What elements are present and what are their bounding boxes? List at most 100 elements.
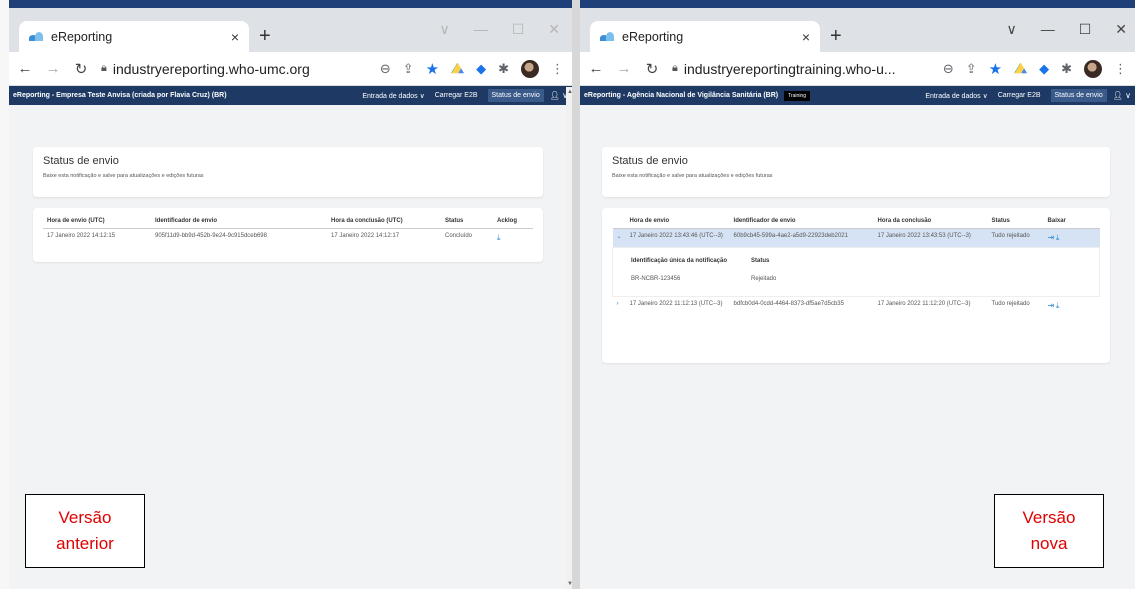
google-drive-icon[interactable] bbox=[451, 62, 465, 74]
window-top-strip bbox=[580, 0, 1135, 8]
table-row-expanded[interactable]: ⌄ 17 Janeiro 2022 13:43:46 (UTC--3) 60b9… bbox=[612, 228, 1100, 248]
export-icon[interactable]: ⇥ bbox=[1048, 233, 1055, 242]
close-tab-icon[interactable]: × bbox=[231, 29, 239, 45]
tab-bar: eReporting × + ∨ — ☐ ✕ bbox=[9, 8, 572, 52]
app-brand[interactable]: eReporting - Empresa Teste Anvisa (criad… bbox=[13, 92, 227, 99]
browser-toolbar: ← → ↻ 🔒︎ industryereporting.who-umc.org … bbox=[9, 52, 572, 86]
notification-status: Rejeitado bbox=[751, 276, 777, 282]
table-row[interactable]: › 17 Janeiro 2022 11:12:13 (UTC--3) bdfc… bbox=[612, 296, 1100, 316]
submission-id: 905f11d9-bb9d-452b-9e24-9c915dceb698 bbox=[155, 233, 267, 239]
window-top-strip bbox=[9, 0, 572, 8]
back-icon[interactable]: ← bbox=[588, 60, 604, 77]
download-icon[interactable]: ⤓ bbox=[497, 233, 501, 242]
reload-icon[interactable]: ↻ bbox=[644, 60, 660, 78]
bookmark-star-icon[interactable]: ★ bbox=[989, 60, 1002, 78]
tab-title: eReporting bbox=[51, 29, 113, 44]
minimize-icon[interactable]: — bbox=[474, 21, 488, 38]
app-brand[interactable]: eReporting - Agência Nacional de Vigilân… bbox=[584, 92, 778, 99]
send-time: 17 Janeiro 2022 11:12:13 (UTC--3) bbox=[629, 301, 723, 307]
new-tab-button[interactable]: + bbox=[830, 25, 842, 48]
detail-row: Identificação única da notificação Statu… bbox=[612, 247, 1100, 297]
maximize-icon[interactable]: ☐ bbox=[1079, 21, 1092, 38]
window-controls: ∨ — ☐ ✕ bbox=[1006, 21, 1127, 38]
col-status: Status bbox=[445, 218, 464, 224]
table-row: 17 Janeiro 2022 14:12:15 905f11d9-bb9d-4… bbox=[43, 229, 533, 248]
col-id: Identificador de envio bbox=[155, 218, 218, 224]
bookmark-star-icon[interactable]: ★ bbox=[426, 60, 439, 78]
menu-carregar-e2b[interactable]: Carregar E2B bbox=[435, 92, 478, 99]
notification-id: BR-NCBR-123456 bbox=[631, 276, 681, 282]
zoom-icon[interactable]: ⊖ bbox=[380, 61, 391, 77]
menu-label: Entrada de dados bbox=[925, 92, 981, 100]
profile-avatar[interactable] bbox=[521, 59, 539, 78]
forward-icon[interactable]: → bbox=[45, 60, 61, 77]
col-download: Baixar bbox=[1047, 218, 1066, 224]
kebab-menu-icon[interactable]: ⋮ bbox=[1114, 61, 1127, 77]
address-bar[interactable]: 🔒︎ industryereportingtraining.who-u... bbox=[672, 61, 931, 77]
close-window-icon[interactable]: ✕ bbox=[1115, 21, 1127, 38]
share-icon[interactable]: ⇪ bbox=[966, 61, 977, 77]
ereporting-favicon-icon bbox=[29, 31, 43, 42]
expand-chevron-icon[interactable]: › bbox=[617, 301, 619, 307]
table-header-row: Hora de envio Identificador de envio Hor… bbox=[612, 214, 1100, 229]
submissions-table-card: Hora de envio Identificador de envio Hor… bbox=[602, 208, 1110, 363]
col-done-time: Hora da conclusão bbox=[877, 218, 932, 224]
app-navbar: eReporting - Agência Nacional de Vigilân… bbox=[580, 86, 1135, 105]
menu-status-de-envio[interactable]: Status de envio bbox=[487, 89, 544, 102]
ereporting-favicon-icon bbox=[600, 31, 614, 42]
version-label-box: Versão anterior bbox=[25, 494, 145, 568]
reload-icon[interactable]: ↻ bbox=[73, 60, 89, 78]
page-title: Status de envio bbox=[43, 155, 119, 167]
download-icon[interactable]: ⤓ bbox=[1056, 301, 1060, 310]
collapse-chevron-icon[interactable]: ⌄ bbox=[617, 234, 622, 240]
submissions-table-card: Hora de envio (UTC) Identificador de env… bbox=[33, 208, 543, 262]
extension-icon[interactable]: ◆ bbox=[1039, 61, 1049, 77]
chevron-down-icon[interactable]: ∨ bbox=[439, 21, 449, 38]
send-time: 17 Janeiro 2022 13:43:46 (UTC--3) bbox=[629, 233, 723, 239]
export-icon[interactable]: ⇥ bbox=[1048, 301, 1055, 310]
extension-icon[interactable]: ◆ bbox=[476, 61, 486, 77]
back-icon[interactable]: ← bbox=[17, 60, 33, 77]
chevron-down-icon[interactable]: ∨ bbox=[1006, 21, 1016, 38]
col-send-time: Hora de envio bbox=[629, 218, 670, 224]
window-controls: ∨ — ☐ ✕ bbox=[439, 21, 560, 38]
close-window-icon[interactable]: ✕ bbox=[548, 21, 560, 38]
detail-col-status: Status bbox=[751, 258, 770, 264]
page-title: Status de envio bbox=[612, 155, 688, 167]
new-tab-button[interactable]: + bbox=[259, 25, 271, 48]
maximize-icon[interactable]: ☐ bbox=[512, 21, 525, 38]
zoom-icon[interactable]: ⊖ bbox=[943, 61, 954, 77]
done-time: 17 Janeiro 2022 11:12:20 (UTC--3) bbox=[877, 301, 971, 307]
browser-tab[interactable]: eReporting × bbox=[19, 21, 249, 52]
kebab-menu-icon[interactable]: ⋮ bbox=[551, 61, 564, 77]
address-bar[interactable]: 🔒︎ industryereporting.who-umc.org bbox=[101, 61, 368, 77]
google-drive-icon[interactable] bbox=[1014, 62, 1028, 74]
menu-carregar-e2b[interactable]: Carregar E2B bbox=[998, 92, 1041, 99]
user-icon[interactable]: 👤︎ ∨ bbox=[1113, 91, 1131, 100]
puzzle-extensions-icon[interactable]: ✱ bbox=[1061, 61, 1072, 77]
share-icon[interactable]: ⇪ bbox=[403, 61, 414, 77]
close-tab-icon[interactable]: × bbox=[802, 29, 810, 45]
browser-window-left: eReporting × + ∨ — ☐ ✕ ← → ↻ 🔒︎ industry… bbox=[0, 0, 572, 589]
tab-title: eReporting bbox=[622, 29, 684, 44]
minimize-icon[interactable]: — bbox=[1041, 21, 1055, 38]
submission-id: 60b9cb45-599a-4ae2-a5d9-22923deb2021 bbox=[733, 233, 848, 239]
col-status: Status bbox=[991, 218, 1010, 224]
version-label-box: Versão nova bbox=[994, 494, 1104, 568]
menu-status-de-envio[interactable]: Status de envio bbox=[1050, 89, 1107, 102]
version-label-line2: anterior bbox=[56, 534, 114, 553]
status: Tudo rejeitado bbox=[991, 301, 1030, 307]
forward-icon[interactable]: → bbox=[616, 60, 632, 77]
version-label-line1: Versão bbox=[1022, 508, 1076, 527]
download-icon[interactable]: ⤓ bbox=[1056, 233, 1060, 242]
puzzle-extensions-icon[interactable]: ✱ bbox=[498, 61, 509, 77]
submissions-table: Hora de envio Identificador de envio Hor… bbox=[612, 214, 1100, 315]
menu-entrada-de-dados[interactable]: Entrada de dados ∨ bbox=[925, 92, 987, 100]
done-time: 17 Janeiro 2022 13:43:53 (UTC--3) bbox=[877, 233, 971, 239]
profile-avatar[interactable] bbox=[1084, 59, 1102, 78]
menu-label: Entrada de dados bbox=[362, 92, 418, 100]
col-id: Identificador de envio bbox=[733, 218, 796, 224]
menu-entrada-de-dados[interactable]: Entrada de dados ∨ bbox=[362, 92, 424, 100]
browser-tab[interactable]: eReporting × bbox=[590, 21, 820, 52]
send-time: 17 Janeiro 2022 14:12:15 bbox=[47, 233, 116, 239]
